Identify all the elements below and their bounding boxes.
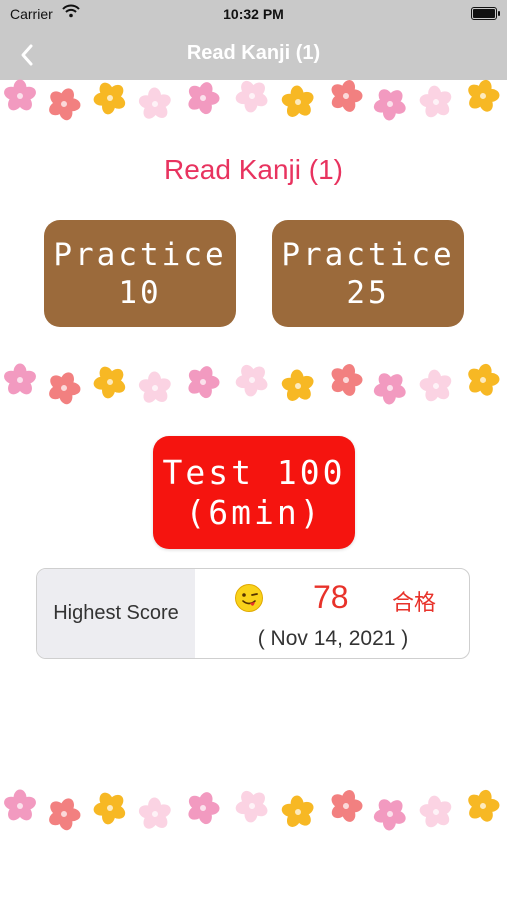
cherry-blossom-icon bbox=[281, 369, 314, 401]
practice-10-button[interactable]: Practice 10 bbox=[44, 220, 236, 327]
cherry-blossom-icon bbox=[373, 799, 406, 831]
practice-10-label: Practice bbox=[53, 237, 227, 273]
highest-score-label: Highest Score bbox=[37, 569, 195, 658]
cherry-blossom-icon bbox=[4, 789, 36, 821]
cherry-blossom-icon bbox=[49, 372, 81, 405]
score-date: ( Nov 14, 2021 ) bbox=[257, 627, 409, 650]
practice-25-label: Practice bbox=[281, 237, 455, 273]
cherry-blossom-icon bbox=[4, 79, 36, 111]
cherry-blossom-icon bbox=[331, 80, 363, 112]
status-time: 10:32 PM bbox=[223, 6, 284, 22]
highest-score-panel: Highest Score 78 合格 ( Nov 14, 2021 ) bbox=[36, 568, 470, 659]
cherry-blossom-icon bbox=[138, 797, 171, 829]
page-title: Read Kanji (1) bbox=[164, 154, 343, 185]
cherry-blossom-icon bbox=[419, 795, 452, 828]
cherry-blossom-icon bbox=[281, 85, 314, 117]
cherry-blossom-icon bbox=[468, 789, 500, 822]
practice-10-count: 10 bbox=[118, 275, 162, 311]
cherry-blossom-icon bbox=[93, 366, 126, 399]
cherry-blossom-icon bbox=[93, 792, 126, 825]
cherry-blossom-icon bbox=[468, 79, 500, 112]
cherry-blossom-icon bbox=[49, 798, 81, 831]
cherry-blossom-icon bbox=[235, 80, 268, 113]
cherry-blossom-icon bbox=[138, 87, 171, 119]
cherry-blossom-icon bbox=[188, 366, 220, 399]
cherry-blossom-icon bbox=[281, 795, 314, 827]
cherry-blossom-icon bbox=[235, 364, 268, 397]
cherry-blossom-icon bbox=[49, 88, 81, 121]
nav-title: Read Kanji (1) bbox=[186, 42, 321, 64]
cherry-blossom-icon bbox=[188, 82, 220, 115]
practice-25-count: 25 bbox=[346, 275, 390, 311]
cherry-blossom-icon bbox=[373, 89, 406, 121]
cherry-blossom-icon bbox=[4, 363, 36, 395]
cherry-blossom-icon bbox=[331, 364, 363, 396]
cherry-blossom-icon bbox=[235, 790, 268, 823]
test-100-button[interactable]: Test 100 (6min) bbox=[153, 436, 355, 549]
test-duration: (6min) bbox=[185, 493, 323, 532]
winking-face-tongue-icon bbox=[235, 584, 263, 612]
cherry-blossom-icon bbox=[93, 82, 126, 115]
cherry-blossom-icon bbox=[188, 792, 220, 825]
practice-25-button[interactable]: Practice 25 bbox=[272, 220, 464, 327]
cherry-blossom-icon bbox=[138, 371, 171, 403]
cherry-blossom-icon bbox=[468, 363, 500, 396]
cherry-blossom-icon bbox=[419, 85, 452, 118]
cherry-blossom-icon bbox=[331, 790, 363, 822]
flower-border-bottom bbox=[0, 788, 507, 832]
score-value: 78 bbox=[313, 579, 349, 615]
navigation-bar: Read Kanji (1) bbox=[0, 30, 507, 80]
flower-border-middle bbox=[0, 362, 507, 406]
flower-border-top bbox=[0, 78, 507, 122]
cherry-blossom-icon bbox=[373, 373, 406, 405]
pass-status: 合格 bbox=[392, 590, 437, 615]
battery-icon bbox=[471, 7, 500, 20]
test-label: Test 100 bbox=[162, 453, 346, 492]
cherry-blossom-icon bbox=[419, 369, 452, 402]
status-bar: Carrier 10:32 PM bbox=[0, 0, 507, 30]
